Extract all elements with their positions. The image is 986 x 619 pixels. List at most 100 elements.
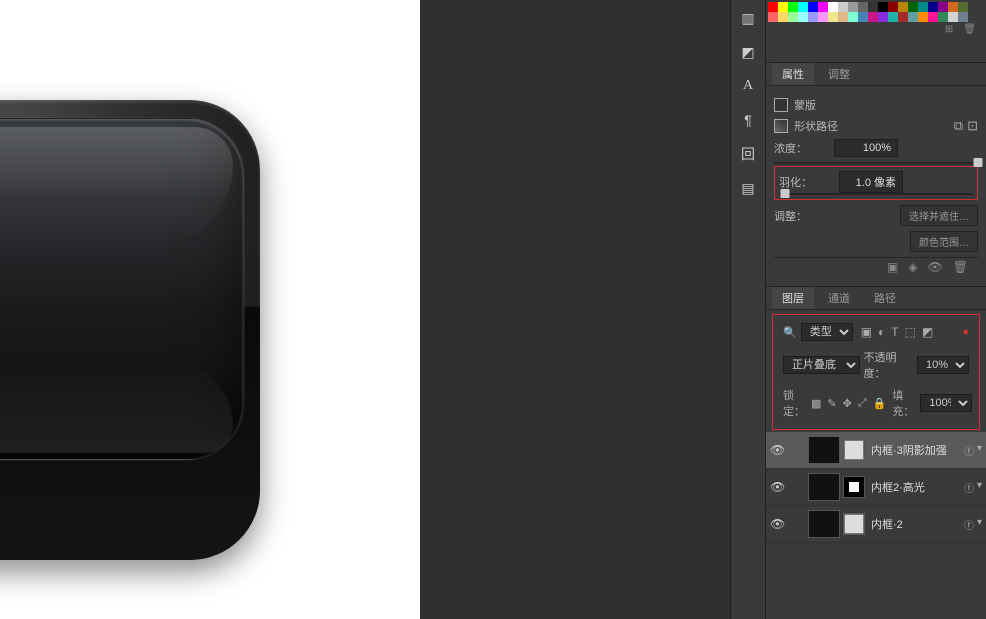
swatch[interactable] [918, 2, 928, 12]
swatch[interactable] [918, 12, 928, 22]
blend-mode-select[interactable]: 正片叠底 [783, 356, 860, 374]
swatch[interactable] [828, 12, 838, 22]
feather-slider[interactable] [779, 193, 973, 195]
layer-thumb[interactable] [808, 510, 840, 538]
layer-name[interactable]: 内框·3阴影加强 [871, 442, 958, 458]
swatch[interactable] [808, 12, 818, 22]
canvas-area[interactable] [0, 0, 730, 619]
props-trash-icon[interactable]: 🗑 [953, 260, 968, 274]
props-mask-from-icon[interactable]: ▣ [887, 260, 898, 274]
filter-smart-icon[interactable]: ◩ [922, 325, 933, 339]
filter-adjust-icon[interactable]: ◐ [878, 325, 885, 339]
swatch[interactable] [798, 2, 808, 12]
nav-icon[interactable]: ◩ [737, 42, 759, 62]
swatch[interactable] [908, 12, 918, 22]
fill-field[interactable]: 100% [920, 394, 972, 412]
chevron-down-icon[interactable]: ▾ [977, 443, 982, 458]
vector-mask-link-icon[interactable]: ⧉ [954, 118, 963, 134]
swatch[interactable] [838, 2, 848, 12]
swatch[interactable] [768, 12, 778, 22]
swatch[interactable] [878, 2, 888, 12]
filter-toggle-icon[interactable]: ● [962, 326, 969, 338]
swatch[interactable] [858, 2, 868, 12]
feather-field[interactable]: 1.0 像素 [839, 171, 903, 193]
props-eye-icon[interactable]: 👁 [928, 260, 943, 274]
swatch[interactable] [768, 2, 778, 12]
density-slider[interactable] [774, 162, 978, 164]
visibility-eye-icon[interactable]: 👁 [770, 517, 784, 531]
lock-transparent-icon[interactable]: ▩ [811, 397, 821, 410]
swatch[interactable] [888, 12, 898, 22]
layer-mask-thumb[interactable] [843, 476, 865, 498]
lock-position-icon[interactable]: ✥ [843, 397, 852, 410]
select-and-mask-button[interactable]: 选择并遮住… [900, 205, 978, 226]
layer-list[interactable]: 👁内框·3阴影加强ⓕ▾👁内框2·高光ⓕ▾👁内框·2ⓕ▾ [766, 432, 986, 619]
swatch[interactable] [928, 12, 938, 22]
swatch[interactable] [938, 12, 948, 22]
swatch[interactable] [838, 12, 848, 22]
swatch[interactable] [818, 12, 828, 22]
swatch[interactable] [868, 2, 878, 12]
swatch[interactable] [898, 12, 908, 22]
swatch[interactable] [938, 2, 948, 12]
swatch[interactable] [928, 2, 938, 12]
filter-kind-select[interactable]: 类型 [801, 323, 853, 341]
color-range-button[interactable]: 颜色范围… [910, 231, 978, 252]
glyph-icon[interactable]: 回 [737, 144, 759, 164]
tab-layers[interactable]: 图层 [772, 287, 814, 309]
swatch[interactable] [878, 12, 888, 22]
lock-image-icon[interactable]: ✎ [827, 397, 836, 410]
swatch[interactable] [808, 2, 818, 12]
swatch[interactable] [778, 12, 788, 22]
fx-indicator-icon[interactable]: ⓕ [964, 480, 974, 495]
swatch[interactable] [818, 2, 828, 12]
library-icon[interactable]: ▤ [737, 178, 759, 198]
swatch[interactable] [958, 2, 968, 12]
fx-indicator-icon[interactable]: ⓕ [964, 443, 974, 458]
tab-channels[interactable]: 通道 [818, 287, 860, 309]
filter-type-icon[interactable]: T [891, 325, 898, 339]
layer-row[interactable]: 👁 内框2·高光 ⓕ▾ [766, 469, 986, 506]
swatch[interactable] [848, 12, 858, 22]
type-icon[interactable]: A [737, 76, 759, 96]
tab-properties[interactable]: 属性 [772, 63, 814, 85]
filter-pixel-icon[interactable]: ▣ [861, 325, 872, 339]
swatch[interactable] [948, 2, 958, 12]
density-field[interactable]: 100% [834, 139, 898, 157]
swatch[interactable] [948, 12, 958, 22]
fx-indicator-icon[interactable]: ⓕ [964, 517, 974, 532]
swatch[interactable] [788, 2, 798, 12]
swatch[interactable] [958, 12, 968, 22]
layer-mask-thumb[interactable] [843, 513, 865, 535]
swatch[interactable] [788, 12, 798, 22]
lock-artboard-icon[interactable]: ⤢ [858, 397, 867, 410]
swatch-trash-icon[interactable]: 🗑 [963, 24, 976, 35]
layer-mask-thumb[interactable] [843, 439, 865, 461]
tab-adjustments[interactable]: 调整 [818, 63, 860, 85]
vector-mask-target-icon[interactable]: ⊡ [967, 118, 978, 134]
props-invert-icon[interactable]: ◈ [908, 260, 917, 274]
filter-shape-icon[interactable]: ⬚ [905, 325, 916, 339]
histogram-icon[interactable]: ▥ [737, 8, 759, 28]
swatch[interactable] [898, 2, 908, 12]
visibility-eye-icon[interactable]: 👁 [770, 480, 784, 494]
paragraph-icon[interactable]: ¶ [737, 110, 759, 130]
swatch[interactable] [858, 12, 868, 22]
layer-row[interactable]: 👁 内框·2 ⓕ▾ [766, 506, 986, 543]
chevron-down-icon[interactable]: ▾ [977, 480, 982, 495]
swatch[interactable] [908, 2, 918, 12]
swatch-new-icon[interactable]: ⊞ [945, 24, 953, 35]
visibility-eye-icon[interactable]: 👁 [770, 443, 784, 457]
lock-all-icon[interactable]: 🔒 [873, 397, 887, 410]
swatch[interactable] [888, 2, 898, 12]
layer-row[interactable]: 👁 内框·3阴影加强 ⓕ▾ [766, 432, 986, 469]
swatch[interactable] [828, 2, 838, 12]
layer-name[interactable]: 内框2·高光 [871, 479, 958, 495]
opacity-field[interactable]: 10% [917, 356, 969, 374]
swatch[interactable] [848, 2, 858, 12]
chevron-down-icon[interactable]: ▾ [977, 517, 982, 532]
swatch[interactable] [868, 12, 878, 22]
layer-thumb[interactable] [808, 436, 840, 464]
layer-name[interactable]: 内框·2 [871, 516, 958, 532]
tab-paths[interactable]: 路径 [864, 287, 906, 309]
